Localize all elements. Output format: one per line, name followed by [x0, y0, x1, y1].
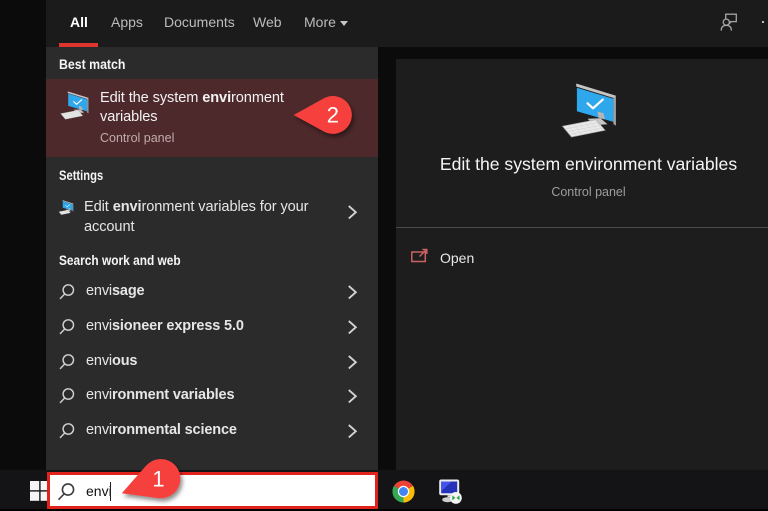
svg-text:1: 1 — [152, 467, 164, 492]
svg-text:2: 2 — [327, 103, 339, 128]
